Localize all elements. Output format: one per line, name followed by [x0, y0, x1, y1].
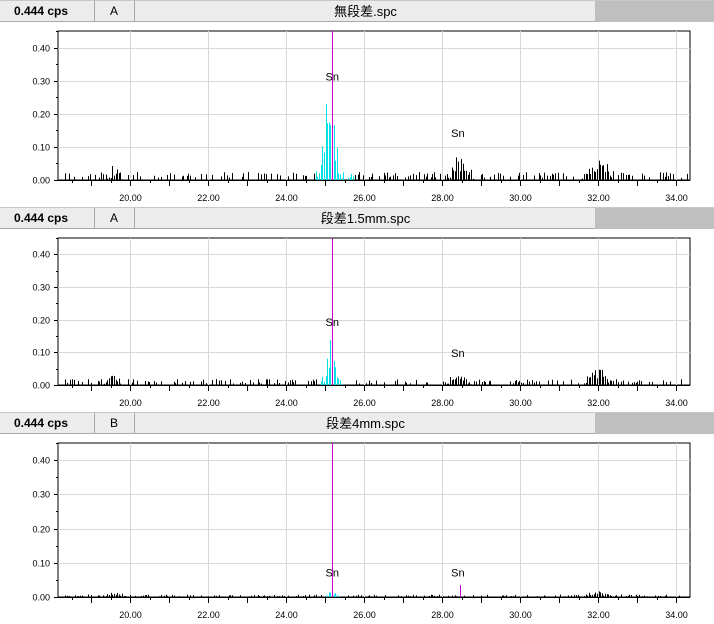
x-tick-label: 32.00 [587, 193, 610, 203]
channel-label[interactable]: B [96, 413, 135, 434]
x-tick-label: 34.00 [665, 193, 688, 203]
element-label: Sn [451, 567, 464, 579]
y-tick-label: 0.20 [32, 525, 50, 535]
x-tick-label: 20.00 [119, 193, 142, 203]
y-tick-label: 0.20 [32, 110, 50, 120]
x-tick-label: 20.00 [119, 398, 142, 408]
spectrum-filename: 無段差.spc [334, 4, 397, 19]
y-tick-label: 0.10 [32, 348, 50, 358]
element-label: Sn [326, 72, 339, 84]
y-tick-label: 0.30 [32, 490, 50, 500]
channel-label[interactable]: A [96, 208, 135, 229]
header-blank-area [595, 413, 714, 434]
x-tick-label: 32.00 [587, 398, 610, 408]
cps-scale-label[interactable]: 0.444 cps [0, 1, 95, 22]
x-tick-label: 24.00 [275, 193, 298, 203]
header-blank-area [595, 1, 714, 22]
x-tick-label: 26.00 [353, 610, 376, 620]
cps-scale-label[interactable]: 0.444 cps [0, 413, 95, 434]
spectrum-chart[interactable]: 20.00 22.00 24.00 26.00 28.00 30.00 32.00 34.00… [0, 22, 714, 207]
cps-scale-label[interactable]: 0.444 cps [0, 208, 95, 229]
plot-area [57, 442, 691, 598]
y-tick-label: 0.40 [32, 456, 50, 466]
x-tick-label: 26.00 [353, 398, 376, 408]
panel-header: 0.444 cps A 無段差.spc [0, 0, 714, 22]
x-tick-label: 22.00 [197, 398, 220, 408]
element-label: Sn [451, 348, 464, 360]
panel-header: 0.444 cps B 段差4mm.spc [0, 412, 714, 434]
header-blank-area [595, 208, 714, 229]
channel-label[interactable]: A [96, 1, 135, 22]
plot-area [57, 237, 691, 386]
spectrum-panel-2: 0.444 cps A 段差1.5mm.spc 20.00 22.00 24.00 2… [0, 207, 714, 412]
x-tick-label: 34.00 [665, 398, 688, 408]
spectrum-chart[interactable]: 20.00 22.00 24.00 26.00 28.00 30.00 32.00 34.00… [0, 229, 714, 412]
x-tick-label: 30.00 [509, 398, 532, 408]
x-tick-label: 30.00 [509, 610, 532, 620]
x-tick-label: 26.00 [353, 193, 376, 203]
element-label: Sn [451, 128, 464, 140]
x-tick-label: 30.00 [509, 193, 532, 203]
spectrum-panel-1: 0.444 cps A 無段差.spc 20.00 22.00 24.00 26.00… [0, 0, 714, 207]
y-tick-label: 0.30 [32, 77, 50, 87]
x-tick-label: 28.00 [431, 398, 454, 408]
spectrum-filename: 段差4mm.spc [326, 416, 405, 431]
y-tick-label: 0.10 [32, 559, 50, 569]
x-tick-label: 28.00 [431, 610, 454, 620]
x-tick-label: 22.00 [197, 610, 220, 620]
y-tick-label: 0.40 [32, 250, 50, 260]
y-tick-label: 0.00 [32, 176, 50, 186]
spectrum-panel-3: 0.444 cps B 段差4mm.spc 20.00 22.00 24.00 26.… [0, 412, 714, 624]
y-tick-label: 0.10 [32, 143, 50, 153]
x-tick-label: 24.00 [275, 398, 298, 408]
x-tick-label: 22.00 [197, 193, 220, 203]
spectrum-chart[interactable]: 20.00 22.00 24.00 26.00 28.00 30.00 32.00 34.00… [0, 434, 714, 624]
y-tick-label: 0.20 [32, 316, 50, 326]
y-tick-label: 0.30 [32, 283, 50, 293]
x-tick-label: 24.00 [275, 610, 298, 620]
x-tick-label: 20.00 [119, 610, 142, 620]
x-tick-label: 34.00 [665, 610, 688, 620]
element-label: Sn [326, 317, 339, 329]
x-tick-label: 32.00 [587, 610, 610, 620]
spectrum-filename: 段差1.5mm.spc [320, 211, 411, 226]
x-tick-label: 28.00 [431, 193, 454, 203]
panel-header: 0.444 cps A 段差1.5mm.spc [0, 207, 714, 229]
plot-area [57, 30, 691, 181]
element-label: Sn [326, 567, 339, 579]
y-tick-label: 0.40 [32, 44, 50, 54]
y-tick-label: 0.00 [32, 381, 50, 391]
y-tick-label: 0.00 [32, 593, 50, 603]
